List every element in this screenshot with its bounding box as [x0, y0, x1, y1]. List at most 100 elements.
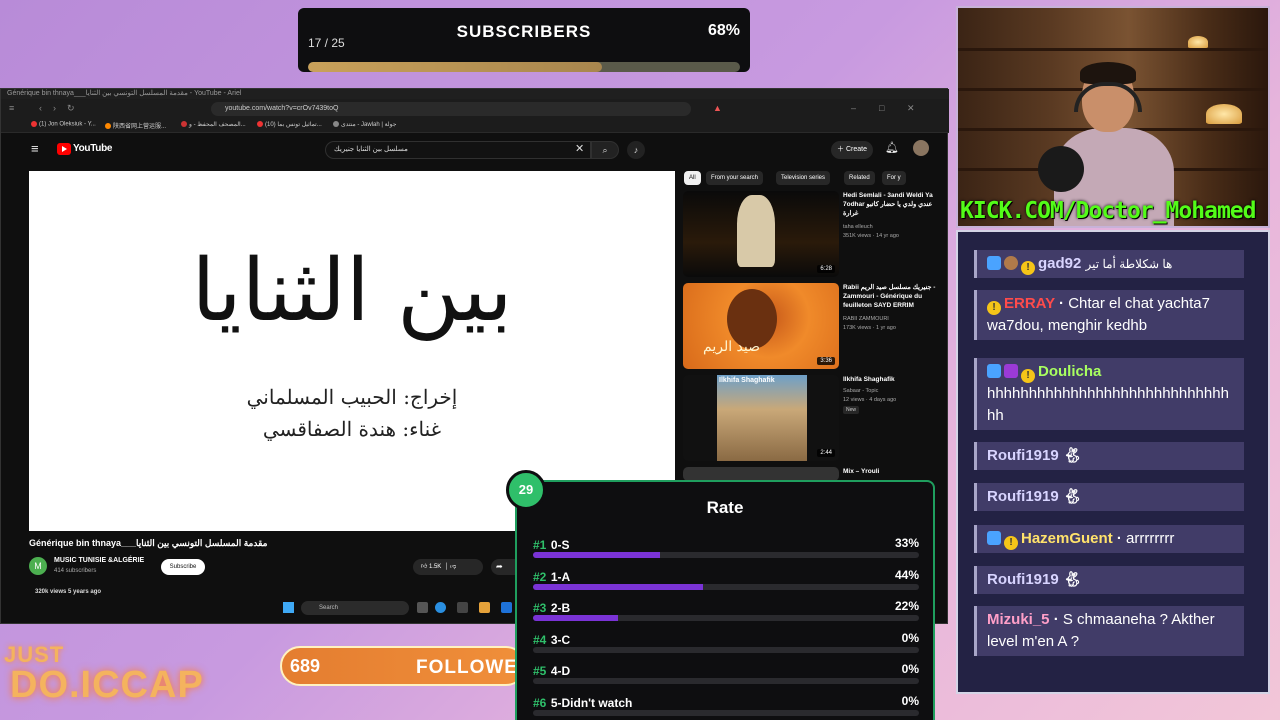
- channel-name[interactable]: MUSIC TUNISIE &ALGÉRIE: [54, 557, 144, 564]
- bookmark-item[interactable]: (10) تماثيل تونس بما...: [257, 121, 322, 128]
- bookmark-item[interactable]: المصحف المحفظ - و...: [181, 121, 246, 128]
- app-icon[interactable]: [501, 602, 512, 613]
- subscriber-badge-icon: !: [1021, 369, 1035, 383]
- windows-start-icon[interactable]: [283, 602, 294, 613]
- search-button[interactable]: ⌕: [591, 141, 619, 159]
- account-avatar[interactable]: [913, 140, 929, 156]
- badge-icon: [987, 364, 1001, 378]
- poll-option-fill: [533, 552, 661, 558]
- address-bar-row: ≡ ‹ › ↻ youtube.com/watch?v=crOv7439toQ …: [1, 99, 949, 119]
- emote-icon: 🐇︎: [1062, 571, 1082, 588]
- video-thumbnail[interactable]: صيد الريم 3:36: [683, 283, 839, 369]
- search-input[interactable]: مسلسل بين الثنايا جنيريك: [325, 141, 591, 159]
- badge-icon: [1004, 364, 1018, 378]
- poll-option-number: #5: [533, 664, 547, 679]
- chat-text: ها شكلاطة أما تير: [1085, 257, 1173, 271]
- thumbs-down-icon[interactable]: 👎︎: [450, 564, 456, 570]
- video-thumbnail[interactable]: [683, 467, 839, 481]
- app-icon[interactable]: [457, 602, 468, 613]
- minimize-icon[interactable]: –: [851, 103, 856, 113]
- poll-option-number: #2: [533, 569, 547, 584]
- menu-icon[interactable]: ≡: [9, 103, 14, 113]
- poll-option-number: #3: [533, 601, 547, 616]
- related-video-title[interactable]: Ilkhifa Shaghafik: [843, 375, 943, 384]
- poll-option: #1 0-S 33%: [533, 536, 919, 562]
- chat-username[interactable]: ERRAY: [1004, 295, 1055, 312]
- back-icon[interactable]: ‹: [39, 103, 42, 113]
- chat-message: Roufi1919 🐇︎: [974, 483, 1244, 511]
- chip-for-you[interactable]: For y: [882, 171, 906, 185]
- bookmark-item[interactable]: (1) Jon Oleksiuk - Y...: [31, 121, 96, 128]
- create-button[interactable]: ＋ Create: [831, 141, 873, 159]
- video-duration: 2:44: [817, 449, 835, 457]
- related-video-title[interactable]: Mix – Yrouli: [843, 467, 943, 476]
- chip-from-your-search[interactable]: From your search: [706, 171, 764, 185]
- subscriber-goal-percent: 68%: [707, 22, 740, 39]
- video-thumbnail[interactable]: 6:28: [683, 191, 839, 277]
- subscribe-button[interactable]: Subscribe: [161, 559, 205, 575]
- maximize-icon[interactable]: □: [879, 103, 884, 113]
- bookmark-item[interactable]: 陕西省网上营运服...: [105, 121, 166, 130]
- task-view-icon[interactable]: [417, 602, 428, 613]
- chip-related[interactable]: Related: [844, 171, 875, 185]
- related-video-meta: 351K views · 14 yr ago: [843, 233, 899, 239]
- chat-message: Mizuki_5 · S chmaaneha ? Akther level m'…: [974, 606, 1244, 656]
- poll-option: #4 3-C 0%: [533, 631, 919, 657]
- chip-all[interactable]: All: [684, 171, 701, 185]
- chat-username[interactable]: Doulicha: [1038, 363, 1101, 380]
- chat-text: hhhhhhhhhhhhhhhhhhhhhhhhhhhhhhh: [987, 385, 1229, 424]
- reload-icon[interactable]: ↻: [67, 103, 75, 114]
- close-icon[interactable]: ✕: [907, 103, 915, 114]
- poll-option-number: #1: [533, 538, 547, 552]
- notifications-bell-icon[interactable]: 🔔︎: [885, 141, 899, 154]
- like-button[interactable]: 👍︎ 1.5K │ 👎︎: [413, 559, 483, 575]
- subscriber-badge-icon: !: [987, 301, 1001, 315]
- bookmark-item[interactable]: منتدى - Jawlah | جولة: [333, 121, 396, 128]
- address-input[interactable]: youtube.com/watch?v=crOv7439toQ: [211, 102, 691, 116]
- extension-icon[interactable]: ▲: [713, 103, 722, 113]
- chip-television-series[interactable]: Television series: [776, 171, 831, 185]
- browser-tab[interactable]: Générique bin thnaya___مقدمة المسلسل الت…: [1, 89, 949, 99]
- chat-username[interactable]: HazemGuent: [1021, 530, 1113, 547]
- chat-username[interactable]: Roufi1919: [987, 447, 1059, 464]
- logo-line-2: DO.ICCAP: [10, 664, 204, 706]
- forward-icon[interactable]: ›: [53, 103, 56, 113]
- video-thumbnail[interactable]: Ilkhifa Shaghafik 2:44: [683, 375, 839, 461]
- related-video[interactable]: صيد الريم 3:36 Rabii جنيريك مسلسل صيد ال…: [683, 283, 945, 371]
- chat-username[interactable]: Roufi1919: [987, 488, 1059, 505]
- subscriber-goal-track: [308, 62, 740, 72]
- clear-search-icon[interactable]: ✕: [575, 142, 584, 155]
- chat-username[interactable]: gad92: [1038, 255, 1081, 272]
- poll-widget: Rate #1 0-S 33% #2 1-A 44% #3 2-B 22% #4 3-C 0%…: [515, 480, 935, 720]
- video-title: Générique bin thnaya___مقدمة المسلسل الت…: [29, 538, 268, 548]
- chat-username[interactable]: Mizuki_5: [987, 611, 1050, 628]
- folder-icon[interactable]: [479, 602, 490, 613]
- related-video-channel[interactable]: taha elleuch: [843, 223, 943, 231]
- related-video[interactable]: Ilkhifa Shaghafik 2:44 Ilkhifa Shaghafik…: [683, 375, 945, 463]
- youtube-logo-icon[interactable]: [57, 143, 71, 155]
- poll-option-track: [533, 552, 919, 558]
- chat-username[interactable]: Roufi1919: [987, 571, 1059, 588]
- related-video-title[interactable]: Hedi Semlali - 3andi Weldi Ya 7odhar عند…: [843, 191, 943, 218]
- video-duration: 3:36: [817, 357, 835, 365]
- related-filter-chips: All From your search Television series R…: [684, 171, 924, 185]
- related-video-meta: 12 views · 4 days ago: [843, 397, 897, 403]
- related-video-title[interactable]: Rabii جنيريك مسلسل صيد الريم - Zammouri …: [843, 283, 943, 310]
- taskbar-search[interactable]: Search: [301, 601, 409, 615]
- poll-option-track: [533, 678, 919, 685]
- youtube-logo-text[interactable]: YouTube: [73, 143, 113, 154]
- avatar-icon: [1004, 256, 1018, 270]
- poll-option-label: 1-A: [550, 569, 571, 584]
- related-video-channel[interactable]: Sabaar - Topic: [843, 387, 943, 395]
- microphone-icon[interactable]: ♪: [627, 141, 645, 159]
- related-video-channel[interactable]: RABII ZAMMOURI: [843, 315, 943, 323]
- poll-option-percent: 0%: [901, 694, 919, 708]
- channel-avatar[interactable]: M: [29, 557, 47, 575]
- poll-option-fill: [533, 615, 618, 622]
- emote-icon: 🐇︎: [1062, 447, 1082, 464]
- hamburger-icon[interactable]: ≡: [31, 141, 39, 156]
- chat-message: ! ERRAY · Chtar el chat yachta7 wa7dou, m…: [974, 290, 1244, 340]
- edge-icon[interactable]: [435, 602, 446, 613]
- video-player[interactable]: بين الثنايا إخراج: الحبيب المسلماني غناء…: [29, 171, 675, 531]
- related-video[interactable]: 6:28 Hedi Semlali - 3andi Weldi Ya 7odha…: [683, 191, 945, 279]
